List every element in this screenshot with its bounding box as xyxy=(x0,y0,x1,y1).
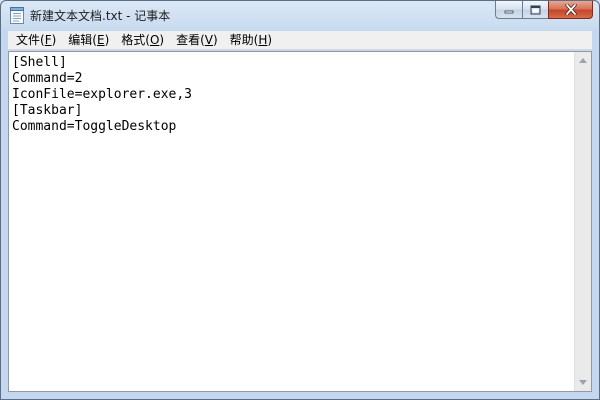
notepad-window: 新建文本文档.txt - 记事本 文件(F) 编辑(E) 格式(O) 查看(V)… xyxy=(0,0,600,400)
notepad-icon xyxy=(10,7,24,24)
maximize-icon xyxy=(530,5,541,14)
minimize-button[interactable] xyxy=(495,1,522,19)
editor-area[interactable]: [Shell] Command=2 IconFile=explorer.exe,… xyxy=(8,51,592,392)
menu-file[interactable]: 文件(F) xyxy=(10,32,62,49)
text-content[interactable]: [Shell] Command=2 IconFile=explorer.exe,… xyxy=(12,55,574,388)
menu-view[interactable]: 查看(V) xyxy=(170,32,224,49)
scroll-track[interactable] xyxy=(575,69,591,374)
scroll-up-button[interactable] xyxy=(575,52,591,69)
menu-help[interactable]: 帮助(H) xyxy=(224,32,278,49)
close-button[interactable] xyxy=(548,1,593,19)
vertical-scrollbar[interactable] xyxy=(574,52,591,391)
arrow-up-icon xyxy=(579,58,587,63)
menu-format[interactable]: 格式(O) xyxy=(115,32,170,49)
scroll-down-button[interactable] xyxy=(575,374,591,391)
maximize-button[interactable] xyxy=(522,1,548,19)
title-bar[interactable]: 新建文本文档.txt - 记事本 xyxy=(1,1,599,31)
close-icon xyxy=(564,4,577,15)
arrow-down-icon xyxy=(579,380,587,385)
menu-bar: 文件(F) 编辑(E) 格式(O) 查看(V) 帮助(H) xyxy=(8,31,592,50)
caption-buttons xyxy=(495,1,593,20)
minimize-icon xyxy=(504,10,514,13)
window-title: 新建文本文档.txt - 记事本 xyxy=(30,9,171,23)
menu-edit[interactable]: 编辑(E) xyxy=(62,32,115,49)
